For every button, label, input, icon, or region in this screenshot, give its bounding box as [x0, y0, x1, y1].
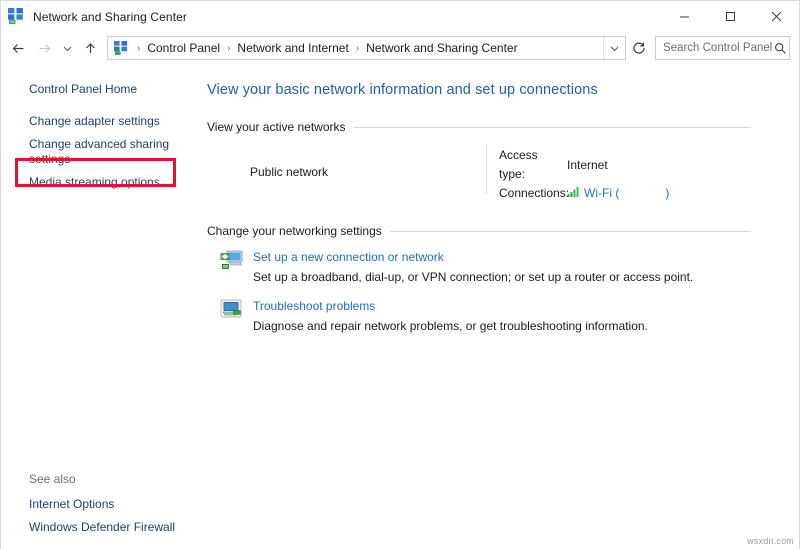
body-area: Control Panel Home Change adapter settin… — [1, 64, 799, 549]
close-button[interactable] — [753, 1, 799, 32]
sidebar-item-control-panel-home[interactable]: Control Panel Home — [1, 78, 200, 101]
active-network-row: Public network Access type: Internet Con… — [207, 140, 799, 204]
set-up-new-connection-link[interactable]: Set up a new connection or network — [253, 250, 444, 264]
access-type-row: Access type: Internet — [499, 146, 669, 184]
networking-settings-label: Change your networking settings — [207, 224, 390, 238]
chevron-down-icon[interactable] — [603, 37, 625, 59]
up-button[interactable] — [77, 35, 103, 61]
access-type-value: Internet — [567, 156, 608, 175]
recent-locations-button[interactable] — [57, 35, 77, 61]
troubleshoot-icon — [220, 297, 248, 325]
breadcrumb-item-network-and-internet[interactable]: Network and Internet — [234, 39, 351, 57]
network-name: Public network — [250, 165, 482, 179]
breadcrumb: › Control Panel › Network and Internet ›… — [133, 39, 603, 57]
breadcrumb-separator: › — [133, 43, 144, 54]
troubleshoot-problems-link[interactable]: Troubleshoot problems — [253, 299, 375, 313]
minimize-button[interactable] — [661, 1, 707, 32]
set-up-new-connection-description: Set up a broadband, dial-up, or VPN conn… — [253, 266, 693, 287]
active-networks-label: View your active networks — [207, 120, 354, 134]
breadcrumb-item-network-and-sharing-center[interactable]: Network and Sharing Center — [363, 39, 520, 57]
network-details: Access type: Internet Connections: — [499, 146, 669, 203]
breadcrumb-separator: › — [223, 43, 234, 54]
sidebar: Control Panel Home Change adapter settin… — [1, 64, 200, 549]
forward-button[interactable] — [31, 35, 57, 61]
sidebar-item-media-streaming-options[interactable]: Media streaming options — [1, 171, 200, 194]
network-sharing-icon — [8, 8, 25, 25]
breadcrumb-network-icon — [114, 41, 129, 56]
see-also-section: See also Internet Options Windows Defend… — [1, 472, 200, 539]
sidebar-item-change-adapter-settings[interactable]: Change adapter settings — [1, 110, 200, 133]
troubleshoot-problems-description: Diagnose and repair network problems, or… — [253, 315, 648, 336]
breadcrumb-separator: › — [352, 43, 363, 54]
back-button[interactable] — [5, 35, 31, 61]
wifi-link-text: Wi-Fi ( — [584, 186, 619, 200]
search-icon[interactable] — [772, 42, 789, 55]
new-connection-icon — [220, 248, 248, 276]
watermark: wsxdn.com — [747, 536, 794, 546]
sidebar-spacer — [1, 101, 200, 110]
title-bar: Network and Sharing Center — [1, 1, 799, 32]
maximize-button[interactable] — [707, 1, 753, 32]
network-sharing-center-window: Network and Sharing Center — [0, 0, 800, 549]
search-box[interactable]: Search Control Panel — [655, 36, 790, 60]
networking-settings-heading: Change your networking settings — [207, 224, 799, 238]
wifi-signal-icon — [567, 184, 580, 203]
wifi-connection-link[interactable]: Wi-Fi () — [584, 184, 669, 203]
sidebar-item-windows-defender-firewall[interactable]: Windows Defender Firewall — [1, 516, 200, 539]
window-title: Network and Sharing Center — [33, 10, 187, 24]
refresh-button[interactable] — [626, 36, 652, 60]
window-controls — [661, 1, 799, 32]
address-bar[interactable]: › Control Panel › Network and Internet ›… — [107, 36, 626, 60]
section-divider — [390, 231, 751, 232]
active-networks-heading: View your active networks — [207, 120, 799, 134]
task-set-up-new-connection[interactable]: Set up a new connection or network Set u… — [220, 248, 799, 287]
task-body: Troubleshoot problems Diagnose and repai… — [248, 297, 648, 336]
access-type-label: Access type: — [499, 146, 567, 184]
navigation-bar: › Control Panel › Network and Internet ›… — [1, 32, 799, 64]
search-input[interactable]: Search Control Panel — [656, 42, 772, 54]
page-title: View your basic network information and … — [207, 82, 799, 98]
vertical-divider — [486, 144, 487, 194]
see-also-title: See also — [1, 472, 200, 493]
section-divider — [354, 127, 751, 128]
sidebar-item-internet-options[interactable]: Internet Options — [1, 493, 200, 516]
wifi-link-close: ) — [665, 186, 669, 200]
task-troubleshoot-problems[interactable]: Troubleshoot problems Diagnose and repai… — [220, 297, 799, 336]
content-area: View your basic network information and … — [200, 64, 799, 549]
networking-settings-section: Change your networking settings — [207, 224, 799, 336]
connections-label: Connections: — [499, 184, 567, 203]
sidebar-item-change-advanced-sharing-settings[interactable]: Change advanced sharing settings — [1, 133, 200, 171]
connections-row: Connections: Wi-Fi () — [499, 184, 669, 203]
breadcrumb-item-control-panel[interactable]: Control Panel — [144, 39, 223, 57]
task-body: Set up a new connection or network Set u… — [248, 248, 693, 287]
